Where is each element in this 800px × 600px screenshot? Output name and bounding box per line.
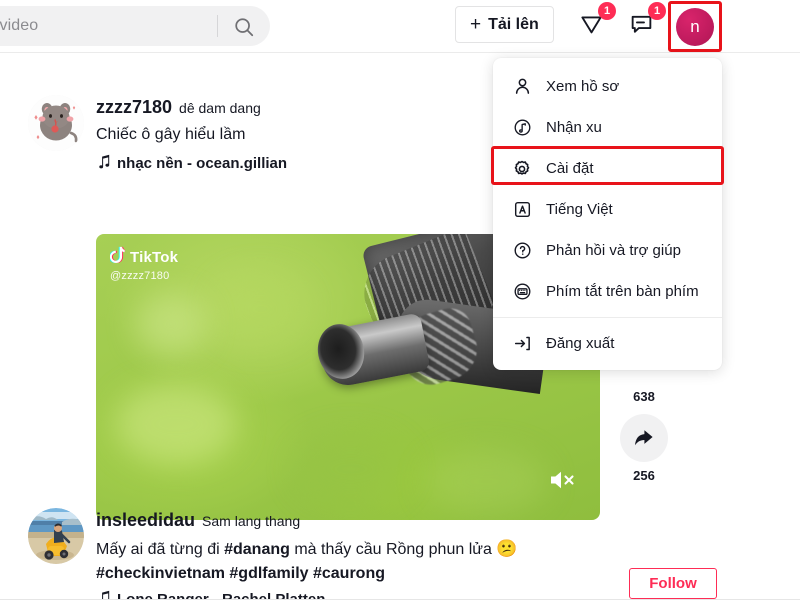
post-author-row: zzzz7180 dê dam dang [96, 97, 287, 118]
top-header-bar: ài khoản và video + Tải lên 1 1 [0, 0, 800, 52]
tiktok-watermark: TikTok @zzzz7180 [108, 246, 179, 282]
post-text-block: zzzz7180 dê dam dang Chiếc ô gây hiểu lầ… [96, 97, 287, 173]
bokeh-blob [216, 274, 306, 344]
post-music-title: nhạc nền - ocean.gillian [117, 155, 288, 172]
search-icon[interactable] [232, 15, 256, 39]
upload-button[interactable]: + Tải lên [455, 6, 554, 43]
gear-icon [511, 159, 533, 179]
post-caption: Mấy ai đã từng đi #danang mà thấy cầu Rồ… [96, 538, 517, 560]
bokeh-blob [116, 384, 236, 464]
inbox-comment-icon[interactable]: 1 [625, 2, 666, 40]
person-icon [511, 77, 533, 96]
menu-item-label: Xem hồ sơ [546, 78, 620, 95]
post-nickname: dê dam dang [179, 100, 261, 116]
search-divider [217, 15, 218, 37]
caption-text-mid: mà thấy cầu Rồng phun lửa [289, 541, 497, 558]
post-nickname: Sam lang thang [202, 513, 301, 529]
bokeh-blob [296, 434, 406, 504]
post-avatar[interactable] [28, 508, 84, 564]
avatar-letter: n [690, 17, 700, 36]
menu-item-view-profile[interactable]: Xem hồ sơ [493, 66, 722, 107]
watermark-brand: TikTok [130, 248, 179, 266]
tiktok-logo-icon [108, 246, 126, 268]
caption-text-pre: Mấy ai đã từng đi [96, 541, 225, 558]
bokeh-blob [136, 294, 206, 354]
menu-divider [493, 317, 722, 318]
menu-item-language[interactable]: Tiếng Việt [493, 189, 722, 230]
upload-button-label: Tải lên [488, 15, 539, 33]
inbox-badge: 1 [648, 2, 666, 20]
post-text-block: insleedidau Sam lang thang Mấy ai đã từn… [96, 510, 517, 600]
send-message-icon[interactable]: 1 [575, 2, 616, 40]
menu-item-get-coins[interactable]: Nhận xu [493, 107, 722, 148]
coin-note-icon [511, 118, 533, 137]
menu-item-label: Tiếng Việt [546, 201, 613, 218]
search-bar[interactable]: ài khoản và video [0, 6, 270, 46]
follow-button[interactable]: Follow [629, 568, 717, 599]
menu-item-label: Nhận xu [546, 119, 602, 136]
post-music-row[interactable]: nhạc nền - ocean.gillian [96, 154, 287, 173]
action-rail: 638 256 [618, 383, 670, 483]
watermark-handle: @zzzz7180 [110, 270, 170, 282]
caption-hashtag-danang[interactable]: #danang [224, 541, 290, 558]
logout-icon [511, 334, 533, 353]
keyboard-icon [511, 282, 533, 301]
post-hashtags[interactable]: #checkinvietnam #gdlfamily #caurong [96, 564, 517, 584]
language-a-icon [511, 200, 533, 219]
menu-item-label: Phím tắt trên bàn phím [546, 283, 699, 300]
menu-item-label: Đăng xuất [546, 335, 615, 352]
avatar[interactable]: n [676, 8, 714, 46]
search-input[interactable]: ài khoản và video [0, 17, 38, 35]
post-username[interactable]: insleedidau [96, 510, 195, 531]
plus-icon: + [470, 14, 482, 35]
share-button[interactable] [620, 414, 668, 462]
menu-item-label: Cài đặt [546, 160, 594, 177]
tiktok-web-page: ài khoản và video + Tải lên 1 1 [0, 0, 800, 600]
profile-dropdown-menu: Xem hồ sơ Nhận xu Cài đặt Tiếng Việt Phả… [493, 58, 722, 370]
share-count: 256 [633, 468, 655, 483]
follow-button-label: Follow [649, 575, 697, 592]
menu-item-logout[interactable]: Đăng xuất [493, 323, 722, 364]
menu-item-keyboard-shortcuts[interactable]: Phím tắt trên bàn phím [493, 271, 722, 312]
like-count: 638 [633, 389, 655, 404]
menu-item-settings[interactable]: Cài đặt [493, 148, 722, 189]
bokeh-blob [426, 449, 546, 514]
post-author-row: insleedidau Sam lang thang [96, 510, 517, 531]
menu-item-label: Phản hồi và trợ giúp [546, 242, 681, 259]
message-badge: 1 [598, 2, 616, 20]
post-description: Chiếc ô gây hiểu lầm [96, 126, 246, 143]
menu-item-feedback-help[interactable]: Phản hồi và trợ giúp [493, 230, 722, 271]
volume-muted-icon[interactable] [548, 467, 578, 498]
question-circle-icon [511, 241, 533, 260]
post-username[interactable]: zzzz7180 [96, 97, 172, 118]
caption-emoji: 😕 [496, 539, 518, 558]
music-note-icon [96, 154, 110, 173]
post-avatar[interactable] [28, 95, 84, 151]
